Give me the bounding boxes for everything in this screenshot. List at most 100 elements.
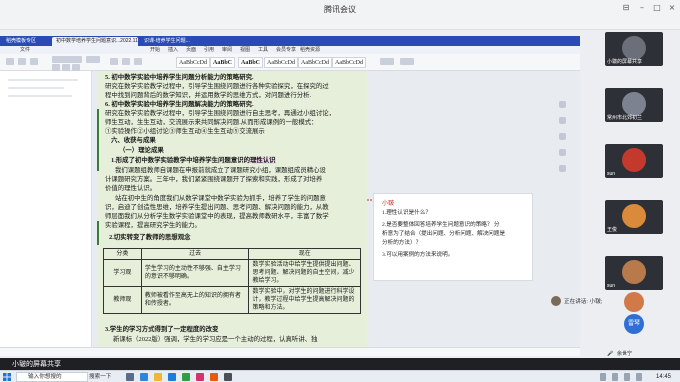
windows-start-icon[interactable] xyxy=(3,373,11,381)
table-row: 学习观 学生学习的主动性不够强、自主学习的意识不够明确。 数学实验活动中给学生提… xyxy=(103,259,361,287)
taskbar-clock[interactable]: 14:45 xyxy=(656,372,671,382)
doc-line: 我们课题组教师自课题在申报前就成立了课题研究小组，课题组成员精心设 xyxy=(115,167,326,174)
tencent-meeting-icon[interactable] xyxy=(168,373,176,381)
copy-icon[interactable] xyxy=(30,58,38,65)
wechat-icon[interactable] xyxy=(182,373,190,381)
close-icon[interactable]: × xyxy=(666,3,678,13)
menu-review[interactable]: 审阅 xyxy=(222,46,232,54)
sidebar-tool-icon[interactable] xyxy=(559,165,566,172)
text-tools-icon[interactable] xyxy=(380,58,394,65)
comment-balloon[interactable]: 小皲 1.理性认识是什么？ 2.是否要整体回答培养学生问题意识的策略？ 分 析意… xyxy=(373,193,533,281)
participant-tile[interactable]: 雷琴 xyxy=(605,312,663,340)
doc-line: 5. 初中数学实验中培养学生问题分析能力的策略研究. xyxy=(105,74,254,81)
avatar xyxy=(622,92,646,116)
table-cell: 学习观 xyxy=(103,259,142,287)
font-name-select[interactable] xyxy=(52,56,82,63)
doc-heading-text: 1.形成了初中数学实验教学中培养学生问题意识的 xyxy=(111,157,250,164)
tab-doc2[interactable]: 识课-培养学生问题... xyxy=(140,37,202,46)
menu-docer[interactable]: 稻壳资源 xyxy=(300,46,320,54)
table-cell: 教师被看作至高无上的知识的拥有者和传授者。 xyxy=(140,286,250,314)
indent-icon[interactable] xyxy=(122,58,130,65)
participant-tile[interactable]: sun xyxy=(605,144,663,178)
doc-line: 实验课程，提高研究学生的能力。 xyxy=(105,222,201,229)
doc-heading: 六、收获与成果 xyxy=(111,137,156,144)
speaking-indicator: 正在讲话: 小皲; xyxy=(548,295,608,307)
sidebar-tool-icon[interactable] xyxy=(559,149,566,156)
cut-icon[interactable] xyxy=(18,58,26,65)
nav-placeholder xyxy=(8,79,78,81)
style-heading3[interactable]: AaBbCcDd xyxy=(264,57,298,68)
network-icon[interactable] xyxy=(612,373,618,381)
participant-name: 常州市北郊初兰 xyxy=(607,115,643,121)
menu-page[interactable]: 页面 xyxy=(186,46,196,54)
app-icon[interactable] xyxy=(210,373,218,381)
menu-reference[interactable]: 引用 xyxy=(204,46,214,54)
doc-heading: 2.切实转变了教师的思想观念 xyxy=(109,234,191,241)
table-cell: 数学实验中，对学生的问题进行科学设计，教学过程中给学生提高解决问题的策略和方法。 xyxy=(248,286,361,314)
sidebar-tool-icon[interactable] xyxy=(559,117,566,124)
document-page[interactable]: 5. 初中数学实验中培养学生问题分析能力的策略研究. 研究在数学实验教学过程中，… xyxy=(97,71,367,347)
comparison-table: 分类 过去 现在 学习观 学生学习的主动性不够强、自主学习的意识不够明确。 数学… xyxy=(103,248,361,314)
meeting-window: 腾讯会议 ⊟ – □ × 稻壳模板专区 初中数学培养学生问题意识...2022.… xyxy=(0,0,680,382)
participant-name: sun xyxy=(607,283,616,289)
style-normal[interactable]: AaBbCcDd xyxy=(176,57,210,68)
sidebar-tool-icon[interactable] xyxy=(559,101,566,108)
pin-icon[interactable]: ⊟ xyxy=(620,3,632,13)
edge-browser-icon[interactable] xyxy=(140,373,148,381)
table-header: 分类 xyxy=(103,248,142,260)
tray-icon[interactable] xyxy=(600,373,606,381)
underline-icon[interactable] xyxy=(72,64,80,71)
menu-insert[interactable]: 插入 xyxy=(168,46,178,54)
sidebar-tool-icon[interactable] xyxy=(559,133,566,140)
menu-tools[interactable]: 工具 xyxy=(258,46,268,54)
windows-taskbar: 输入你想搜的 搜索一下 14:45 xyxy=(0,370,680,382)
menu-home[interactable]: 开始 xyxy=(150,46,160,54)
style-heading4[interactable]: AaBbCcDd xyxy=(298,57,332,68)
menu-view[interactable]: 视图 xyxy=(240,46,250,54)
taskbar-search-input[interactable]: 输入你想搜的 xyxy=(16,372,88,382)
menu-member[interactable]: 会员专享 xyxy=(276,46,296,54)
find-replace-icon[interactable] xyxy=(400,58,414,65)
ribbon-toolbar: AaBbCcDd AaBbC AaBbC AaBbCcDd AaBbCcDd A… xyxy=(0,54,580,71)
participant-tile[interactable]: sun xyxy=(605,256,663,290)
participant-tile[interactable] xyxy=(605,292,663,314)
meeting-title-bar: 腾讯会议 ⊟ – □ × xyxy=(0,0,680,30)
paste-icon[interactable] xyxy=(6,58,14,65)
doc-heading: （一）理论成果 xyxy=(119,147,164,154)
tab-template[interactable]: 稻壳模板专区 xyxy=(2,37,50,46)
participant-name: 小皲的屏幕共享 xyxy=(607,59,643,65)
wps-icon[interactable] xyxy=(196,373,204,381)
italic-icon[interactable] xyxy=(62,64,70,71)
participant-tile[interactable]: 🎤 余世宁 xyxy=(605,340,663,358)
table-cell: 学生学习的主动性不够强、自主学习的意识不够明确。 xyxy=(140,259,250,287)
commented-text[interactable]: 理性认识 xyxy=(250,157,276,164)
minimize-icon[interactable]: – xyxy=(636,3,648,13)
tab-document[interactable]: 初中数学培养学生问题意识...2022.11.28 xyxy=(52,37,138,46)
list-icon[interactable] xyxy=(110,58,118,65)
style-heading1[interactable]: AaBbC xyxy=(210,57,236,68)
participant-tile[interactable]: 常州市北郊初兰 xyxy=(605,88,663,122)
comment-line: 3.可以用案例的方法来说明。 xyxy=(382,252,454,258)
ime-icon[interactable] xyxy=(636,373,642,381)
participant-tile[interactable]: 王俊 xyxy=(605,200,663,234)
maximize-icon[interactable]: □ xyxy=(651,3,663,13)
font-size-select[interactable] xyxy=(86,56,100,63)
align-icon[interactable] xyxy=(134,58,142,65)
bold-icon[interactable] xyxy=(52,64,60,71)
menu-bar: 文件 开始 插入 页面 引用 审阅 视图 工具 会员专享 稻壳资源 xyxy=(0,46,580,54)
participant-name: sun xyxy=(607,171,616,177)
style-heading2[interactable]: AaBbC xyxy=(238,57,264,68)
doc-line: 师层面我们从分析学生数学实验课堂中的表现，提高教师教研水平，丰富了数学 xyxy=(105,213,329,220)
menu-file[interactable]: 文件 xyxy=(20,46,30,54)
document-workarea: 5. 初中数学实验中培养学生问题分析能力的策略研究. 研究在数学实验教学过程中，… xyxy=(0,71,580,347)
style-heading5[interactable]: AaBbCcDd xyxy=(332,57,366,68)
search-button[interactable]: 搜索一下 xyxy=(89,372,119,382)
volume-icon[interactable] xyxy=(624,373,630,381)
doc-line: 程中找到问题背后的数学知识，并运用数学的思维方式，对问题进行分析. xyxy=(105,92,312,99)
app-icon[interactable] xyxy=(224,373,232,381)
task-view-icon[interactable] xyxy=(126,373,134,381)
doc-line: 价值的理性认识。 xyxy=(105,185,157,192)
participant-tile[interactable]: 小皲的屏幕共享 xyxy=(605,32,663,66)
file-explorer-icon[interactable] xyxy=(154,373,162,381)
doc-line: 站在初中生的角度我们从数学课堂中数学实验为抓手，培养了学生的问题意 xyxy=(115,195,326,202)
